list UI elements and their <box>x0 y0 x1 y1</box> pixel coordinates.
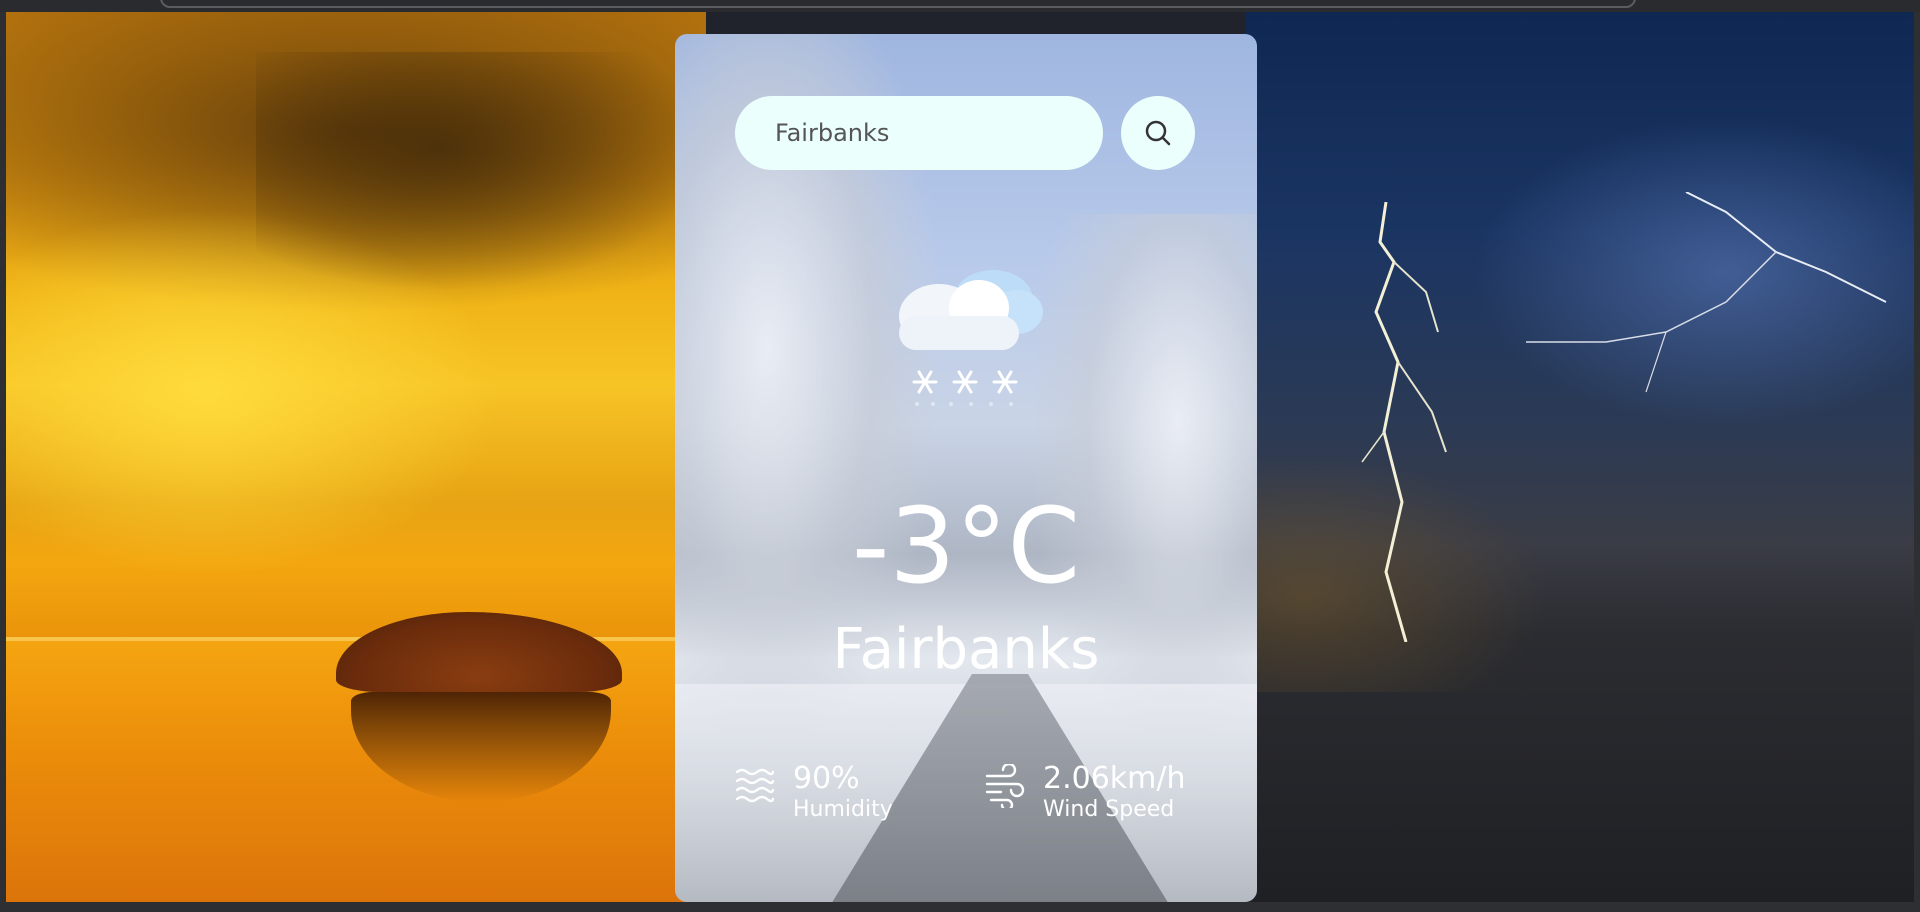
search-button[interactable] <box>1121 96 1195 170</box>
humidity-text: 90% Humidity <box>793 762 893 826</box>
background-scene: -3°C Fairbanks 90% Humidity <box>6 12 1914 902</box>
weather-card: -3°C Fairbanks 90% Humidity <box>675 34 1257 902</box>
city-name: Fairbanks <box>832 617 1100 682</box>
sunset-background-image <box>6 12 716 902</box>
tab-outline <box>160 0 1636 8</box>
wind-text: 2.06km/h Wind Speed <box>1043 762 1186 826</box>
lightning-bolt-left <box>1361 202 1447 642</box>
humidity-value: 90% <box>793 761 860 796</box>
wind-value: 2.06km/h <box>1043 761 1186 796</box>
browser-top-frame <box>0 0 1920 12</box>
lightning-bolt-right <box>1526 192 1887 393</box>
storm-background-image <box>1246 12 1914 902</box>
island <box>336 612 622 692</box>
search-box <box>735 96 1103 170</box>
humidity-label: Humidity <box>793 797 893 822</box>
wind-label: Wind Speed <box>1043 797 1175 822</box>
dark-cloud <box>256 52 716 292</box>
search-input[interactable] <box>773 112 1077 154</box>
temperature: -3°C <box>851 485 1081 607</box>
wind-icon <box>985 764 1025 808</box>
humidity-waves-icon <box>735 768 775 803</box>
wind-detail: 2.06km/h Wind Speed <box>983 762 1186 826</box>
search-icon <box>1145 120 1171 146</box>
humidity-detail: 90% Humidity <box>733 762 893 826</box>
snow-cloud-icon <box>899 270 1043 406</box>
